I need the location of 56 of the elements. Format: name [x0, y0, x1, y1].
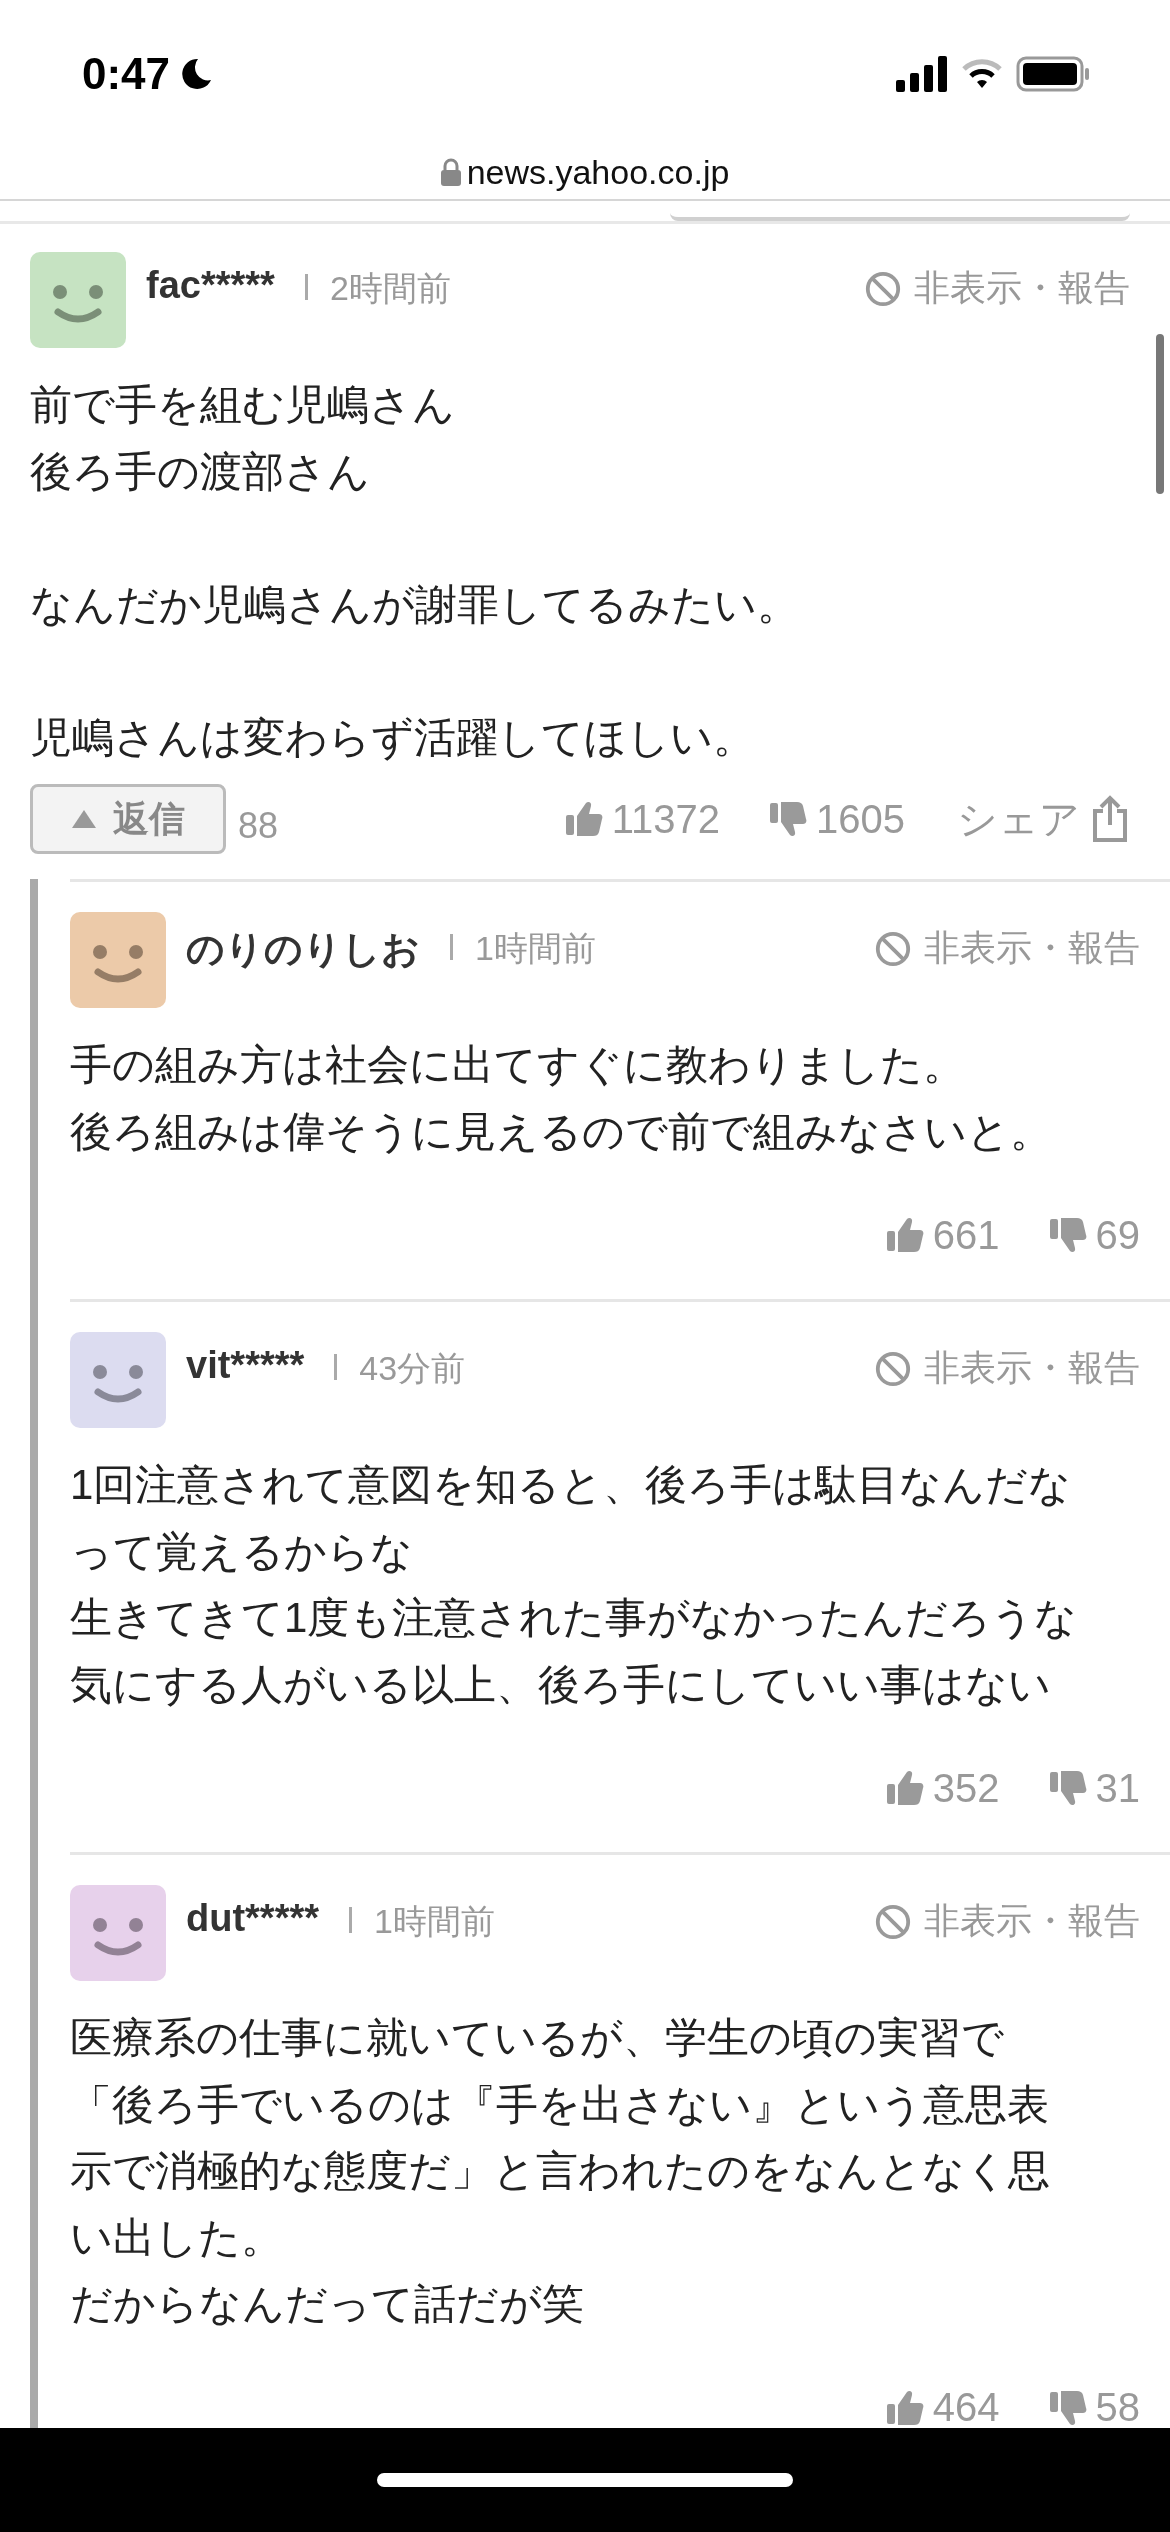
like-count: 352	[932, 1765, 1000, 1811]
share-link[interactable]: シェア	[957, 791, 1080, 847]
reply-text: って覚えるからな	[70, 1526, 413, 1577]
reply-text: 後ろ組みは偉そうに見えるので前で組みなさいと。	[70, 1106, 1052, 1157]
hide-report-button[interactable]: 非表示・報告	[874, 924, 1140, 973]
reply-button[interactable]: 返信	[30, 784, 226, 854]
dislike-count: 1605	[816, 796, 905, 842]
reply-text: い出した。	[70, 2212, 283, 2263]
comment-text: 前で手を組む児嶋さん	[30, 380, 455, 430]
reply-text: 1回注意されて意図を知ると、後ろ手は駄目なんだな	[70, 1460, 1072, 1510]
thumbs-up-icon[interactable]	[884, 1215, 925, 1255]
thumbs-up-icon[interactable]	[563, 799, 604, 839]
timestamp: 2時間前	[329, 268, 451, 309]
reply-text: 示で消極的な態度だ」と言われたのをなんとなく思	[70, 2146, 1050, 2196]
hide-report-button[interactable]: 非表示・報告	[874, 1897, 1140, 1946]
scrollbar[interactable]	[1156, 334, 1164, 494]
prohibited-icon	[874, 1349, 912, 1388]
reply-text: 生きてきて1度も注意された事がなかったんだろうな	[70, 1593, 1078, 1643]
username[interactable]: のりのりしお	[186, 924, 420, 975]
reply-text: 医療系の仕事に就いているが、学生の頃の実習で	[70, 2013, 1004, 2063]
dislike-count: 31	[1095, 1765, 1140, 1811]
timestamp: 1時間前	[374, 1901, 495, 1942]
reply-text: だからなんだって話だが笑	[70, 2279, 584, 2329]
thumbs-down-icon[interactable]	[1047, 1215, 1088, 1255]
prohibited-icon	[864, 269, 902, 308]
prohibited-icon	[874, 1902, 912, 1941]
timestamp: 1時間前	[475, 928, 596, 969]
timestamp: 43分前	[359, 1348, 466, 1389]
like-count: 464	[932, 2385, 1000, 2428]
comment-text: 後ろ手の渡部さん	[30, 446, 370, 497]
clock: 0:47	[82, 49, 171, 99]
hide-report-button[interactable]: 非表示・報告	[864, 264, 1130, 313]
hide-report-button[interactable]: 非表示・報告	[874, 1344, 1140, 1393]
reply-text: 「後ろ手でいるのは『手を出さない』という意思表	[70, 2079, 1049, 2130]
dislike-count: 58	[1095, 2385, 1140, 2428]
reply-text: 気にする人がいる以上、後ろ手にしていい事はない	[70, 1659, 1051, 1710]
like-count: 11372	[611, 796, 720, 842]
prohibited-icon	[874, 929, 912, 968]
lock-icon	[440, 158, 461, 186]
like-count: 661	[932, 1212, 1000, 1258]
thumbs-up-icon[interactable]	[884, 1768, 925, 1808]
reply-count: 88	[238, 805, 279, 847]
share-icon[interactable]	[1090, 795, 1130, 843]
username[interactable]: fac*****	[146, 264, 275, 307]
username[interactable]: dut*****	[186, 1897, 320, 1940]
signal-icon	[896, 56, 948, 92]
username[interactable]: vit*****	[186, 1344, 305, 1387]
reply-text: 手の組み方は社会に出てすぐに教わりました。	[70, 1040, 965, 1090]
comment-text: 児嶋さんは変わらず活躍してほしい。	[30, 712, 755, 763]
dislike-count: 69	[1095, 1212, 1140, 1258]
url-text[interactable]: news.yahoo.co.jp	[466, 152, 730, 192]
battery-icon	[1016, 56, 1090, 92]
triangle-up-icon	[71, 808, 97, 830]
comment-text: なんだか児嶋さんが謝罪してるみたい。	[30, 579, 799, 630]
thumbs-down-icon[interactable]	[768, 799, 808, 839]
thumbs-down-icon[interactable]	[1047, 1768, 1088, 1808]
